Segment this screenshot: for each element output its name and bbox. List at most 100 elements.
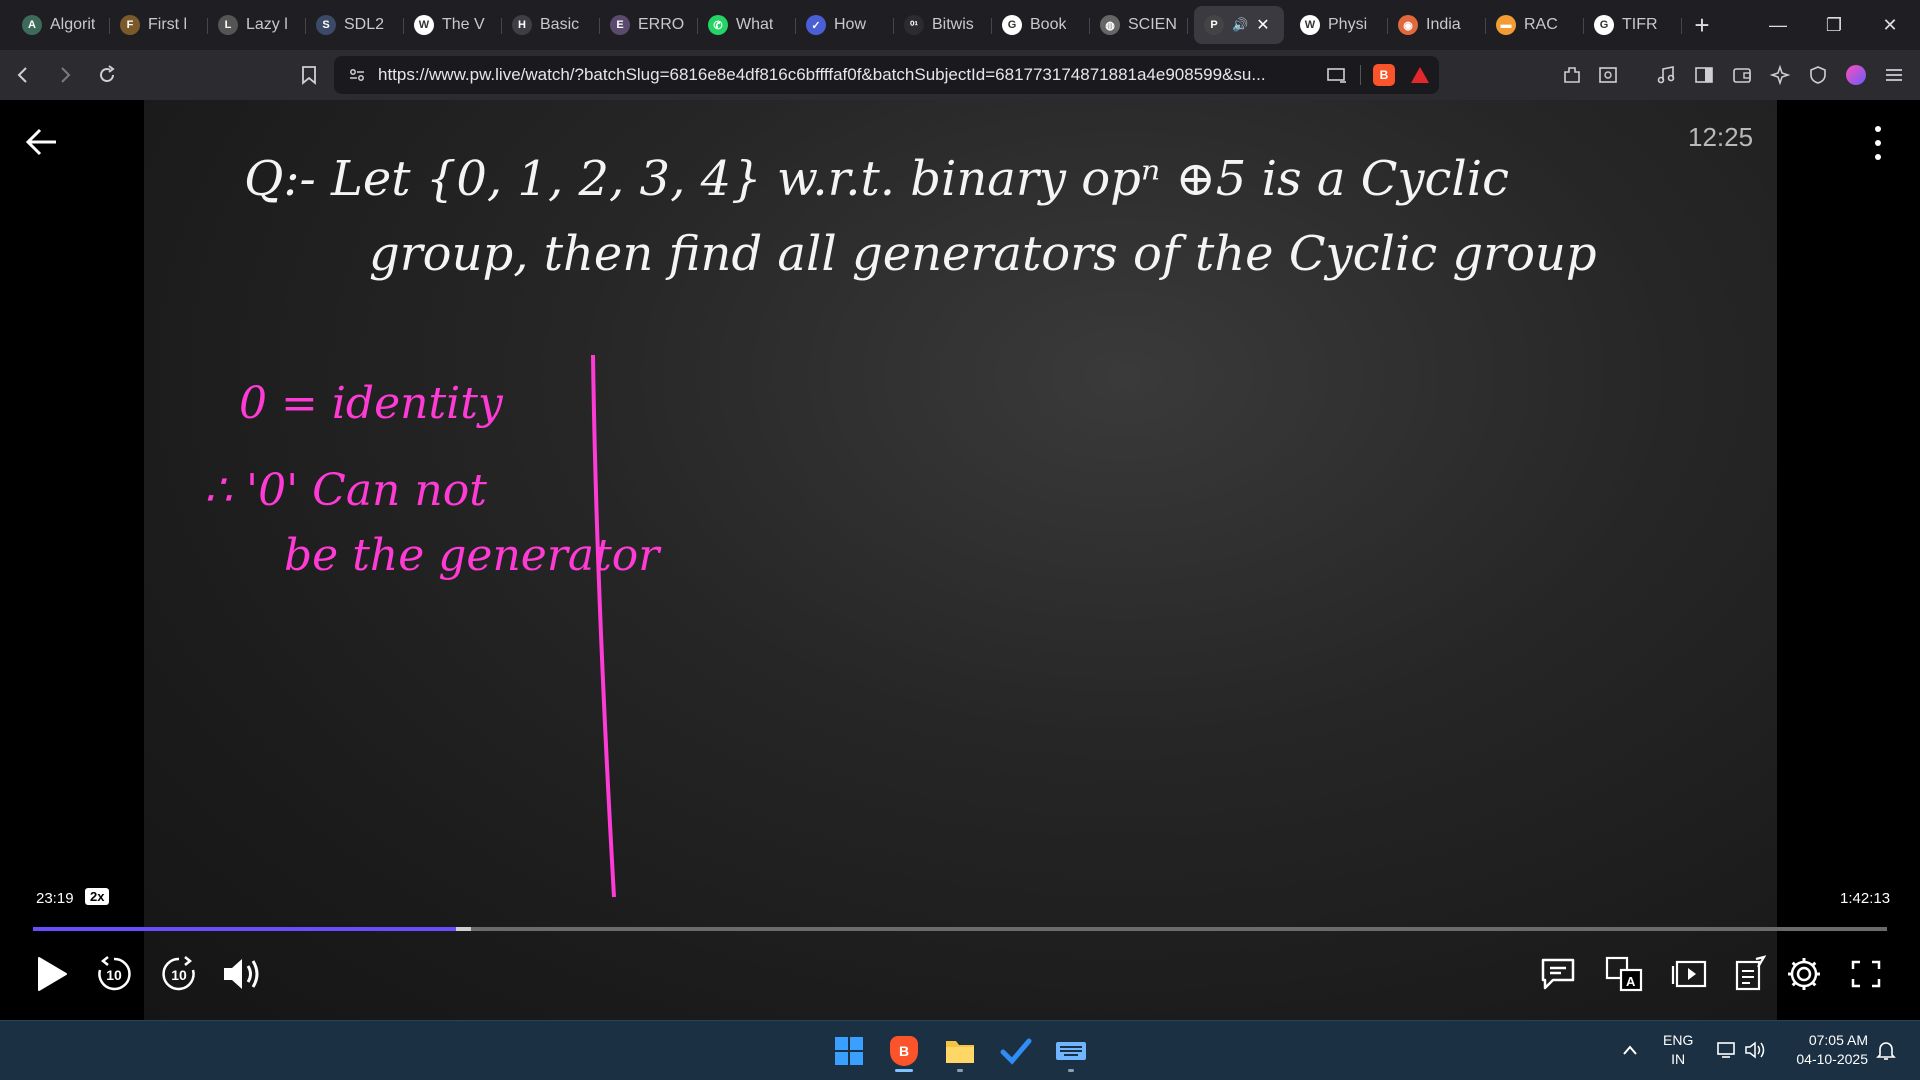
restore-button[interactable]: ❐ — [1806, 0, 1862, 50]
browser-tab[interactable]: W Physi — [1290, 6, 1388, 44]
address-bar[interactable]: https://www.pw.live/watch/?batchSlug=681… — [334, 56, 1439, 94]
note-line-2: ∴ '0' Can not — [204, 465, 487, 516]
bitwise-icon: ⁰¹ — [904, 15, 924, 35]
browser-tab[interactable]: ⁰¹ Bitwis — [894, 6, 992, 44]
progress-bar[interactable] — [33, 927, 1887, 931]
tab-title: India — [1426, 16, 1461, 33]
tab-title: Bitwis — [932, 16, 974, 33]
notification-bell-icon[interactable] — [1876, 1040, 1896, 1062]
tab-title: SCIEN — [1128, 16, 1177, 33]
notes-button[interactable] — [1728, 952, 1772, 996]
browser-tab[interactable]: G Book — [992, 6, 1090, 44]
physics-icon: W — [1300, 15, 1320, 35]
fullscreen-button[interactable] — [1844, 952, 1888, 996]
browser-tab[interactable]: ▬ RAC — [1486, 6, 1584, 44]
brave-icon: B — [890, 1036, 918, 1066]
browser-tab[interactable]: P 🔊 ✕ — [1194, 6, 1284, 44]
vpn-icon[interactable] — [1804, 61, 1832, 89]
profile-icon[interactable] — [1842, 61, 1870, 89]
close-window-button[interactable]: ✕ — [1862, 0, 1918, 50]
settings-button[interactable] — [1782, 952, 1826, 996]
windows-taskbar: B ENG IN 07:05 AM 04-10-2025 — [0, 1020, 1920, 1080]
browser-tab[interactable]: H Basic — [502, 6, 600, 44]
taskbar-file-explorer[interactable] — [938, 1029, 982, 1073]
browser-tab[interactable]: F First l — [110, 6, 208, 44]
browser-tab[interactable]: G TIFR — [1584, 6, 1682, 44]
tab-title: Basic — [540, 16, 580, 33]
tab-title: Physi — [1328, 16, 1368, 33]
tabs-container: A Algorit F First l L Lazy l S SDL2 W The V H Basic… — [12, 6, 1682, 44]
taskbar-todo[interactable] — [994, 1029, 1038, 1073]
browser-tab[interactable]: A Algorit — [12, 6, 110, 44]
network-icon[interactable] — [1716, 1040, 1738, 1060]
google-icon: G — [1594, 15, 1614, 35]
first-icon: F — [120, 15, 140, 35]
reader-mode-icon[interactable] — [1594, 61, 1622, 89]
play-button[interactable] — [30, 952, 74, 996]
browser-tab[interactable]: ◉ India — [1388, 6, 1486, 44]
browser-tab[interactable]: W The V — [404, 6, 502, 44]
system-clock[interactable]: 07:05 AM 04-10-2025 — [1786, 1031, 1868, 1069]
bookmark-button[interactable] — [290, 56, 328, 94]
forward-button[interactable] — [46, 56, 84, 94]
reload-icon — [100, 65, 115, 82]
clock-time: 07:05 AM — [1808, 1032, 1868, 1048]
browser-tab[interactable]: ◍ SCIEN — [1090, 6, 1188, 44]
forward-10-button[interactable]: 10 — [157, 952, 201, 996]
blackboard-drawing: Q:- Let {0, 1, 2, 3, 4} w.r.t. binary op… — [204, 151, 1597, 898]
language-bottom: IN — [1671, 1051, 1686, 1067]
brave-rewards-icon[interactable] — [1409, 65, 1431, 85]
windows-icon — [835, 1037, 863, 1065]
volume-button[interactable] — [220, 952, 264, 996]
back-arrow-icon[interactable] — [22, 122, 62, 162]
chevron-up-icon[interactable] — [1622, 1043, 1638, 1057]
speaker-icon[interactable] — [1744, 1040, 1768, 1060]
reload-button[interactable] — [88, 56, 126, 94]
translate-button[interactable]: A — [1602, 952, 1646, 996]
rewind-10-button[interactable]: 10 — [92, 952, 136, 996]
back-icon — [17, 67, 27, 83]
new-tab-button[interactable]: + — [1682, 6, 1722, 44]
back-button[interactable] — [4, 56, 42, 94]
brave-shields-icon[interactable]: B — [1373, 64, 1395, 86]
browser-tab[interactable]: E ERRO — [600, 6, 698, 44]
svg-text:A: A — [1626, 974, 1636, 989]
browser-tab[interactable]: ✆ What — [698, 6, 796, 44]
start-button[interactable] — [827, 1029, 871, 1073]
forward-icon — [61, 67, 71, 83]
browser-tab[interactable]: S SDL2 — [306, 6, 404, 44]
flag-icon: ▬ — [1496, 15, 1516, 35]
tab-strip: A Algorit F First l L Lazy l S SDL2 W The V H Basic… — [0, 0, 1920, 50]
browser-tab[interactable]: ✓ How — [796, 6, 894, 44]
note-line-3: be the generator — [284, 530, 662, 581]
clock-date: 04-10-2025 — [1796, 1051, 1868, 1067]
taskbar-keyboard[interactable] — [1049, 1029, 1093, 1073]
close-tab-icon[interactable]: ✕ — [1256, 15, 1269, 35]
speed-badge[interactable]: 2x — [85, 888, 110, 905]
more-options-icon[interactable] — [1866, 126, 1890, 160]
sidebar-icon[interactable] — [1690, 61, 1718, 89]
india-icon: ◉ — [1398, 15, 1418, 35]
site-settings-icon[interactable] — [348, 66, 366, 84]
chat-button[interactable] — [1536, 952, 1580, 996]
tab-title: Lazy l — [246, 16, 288, 33]
progress-buffer — [455, 927, 472, 931]
minimize-button[interactable]: — — [1750, 0, 1806, 50]
translate-icon: A — [1605, 956, 1643, 992]
wallet-icon[interactable] — [1728, 61, 1756, 89]
current-time: 23:19 — [36, 890, 74, 907]
taskbar-brave[interactable]: B — [882, 1029, 926, 1073]
media-icon[interactable] — [1652, 61, 1680, 89]
extensions-icon[interactable] — [1558, 61, 1586, 89]
browser-tab[interactable]: L Lazy l — [208, 6, 306, 44]
playlist-button[interactable] — [1668, 952, 1712, 996]
cast-icon[interactable] — [1326, 66, 1348, 84]
tab-title: How — [834, 16, 867, 33]
language-indicator[interactable]: ENG IN — [1663, 1031, 1693, 1069]
audio-playing-icon[interactable]: 🔊 — [1232, 17, 1248, 33]
leo-ai-icon[interactable] — [1766, 61, 1794, 89]
progress-fill — [33, 927, 456, 931]
video-player[interactable]: Q:- Let {0, 1, 2, 3, 4} w.r.t. binary op… — [0, 100, 1920, 1020]
menu-icon[interactable] — [1880, 61, 1908, 89]
video-clock: 12:25 — [1688, 122, 1754, 152]
